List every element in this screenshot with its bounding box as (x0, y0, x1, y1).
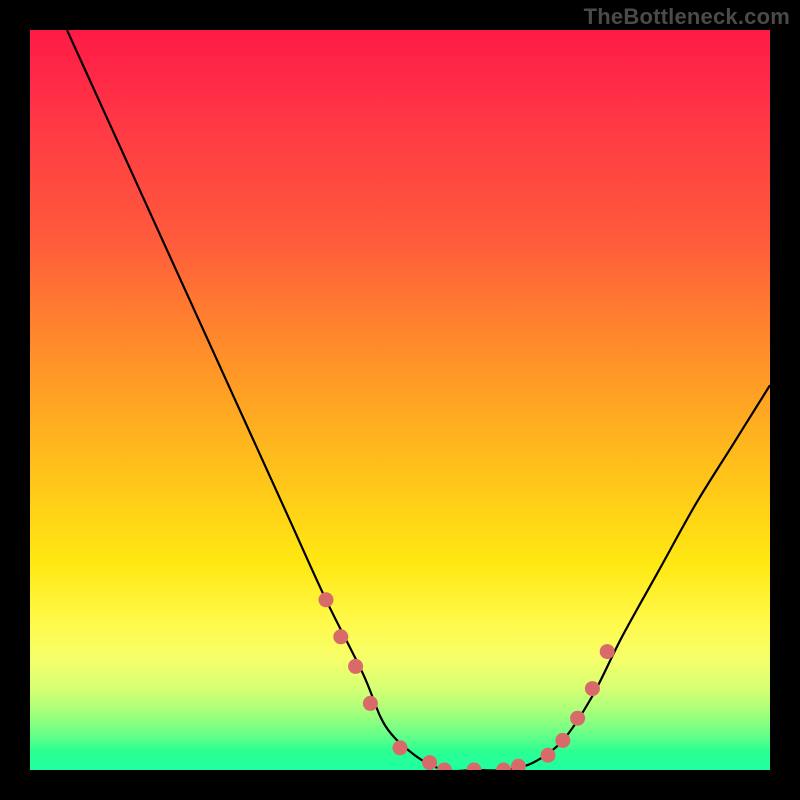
highlight-marker (348, 659, 363, 674)
highlight-markers (319, 592, 615, 770)
chart-stage: TheBottleneck.com (0, 0, 800, 800)
curve-layer (30, 30, 770, 770)
highlight-marker (555, 733, 570, 748)
highlight-marker (600, 644, 615, 659)
highlight-marker (319, 592, 334, 607)
highlight-marker (496, 763, 511, 771)
highlight-marker (422, 755, 437, 770)
highlight-marker (511, 759, 526, 770)
watermark-text: TheBottleneck.com (584, 4, 790, 30)
highlight-marker (541, 748, 556, 763)
highlight-marker (393, 740, 408, 755)
bottleneck-curve (67, 30, 770, 770)
plot-area (30, 30, 770, 770)
highlight-marker (437, 763, 452, 771)
highlight-marker (333, 629, 348, 644)
highlight-marker (585, 681, 600, 696)
highlight-marker (570, 711, 585, 726)
highlight-marker (363, 696, 378, 711)
bottleneck-curve-path (67, 30, 770, 770)
highlight-marker (467, 763, 482, 771)
